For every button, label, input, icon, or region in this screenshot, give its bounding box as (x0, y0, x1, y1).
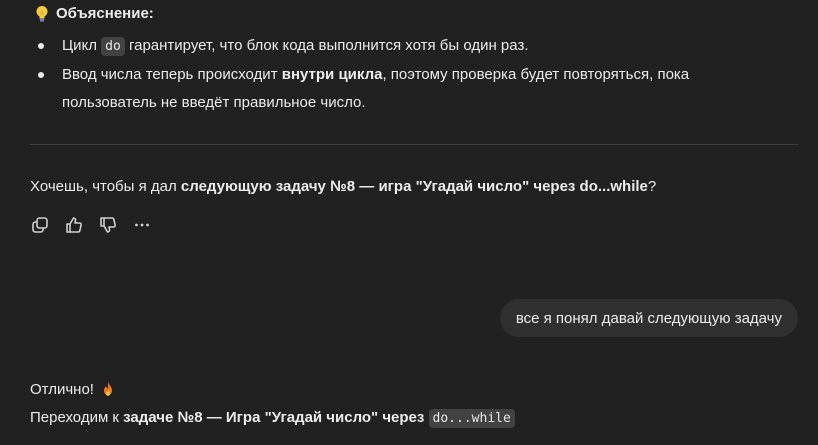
list-item: Цикл do гарантирует, что блок кода выпол… (36, 32, 776, 61)
point-bold-text: внутри цикла (281, 66, 383, 83)
inline-code: do...while (428, 409, 515, 428)
question-text: Хочешь, чтобы я дал (30, 178, 181, 195)
copy-icon (32, 217, 48, 233)
assistant-question: Хочешь, чтобы я дал следующую задачу №8 … (30, 176, 656, 198)
thumbs-down-icon (100, 217, 116, 233)
point-text: Цикл (62, 37, 102, 54)
point-text: Ввод числа теперь происходит (62, 66, 282, 83)
inline-code: do (101, 37, 125, 56)
point-text: гарантирует, что блок кода выполнится хо… (124, 37, 529, 54)
more-button[interactable] (132, 214, 152, 236)
thumbs-up-icon (66, 217, 82, 233)
list-item: Ввод числа теперь происходит внутри цикл… (36, 61, 776, 117)
fire-icon (103, 382, 112, 396)
explanation-title: Объяснение: (56, 5, 154, 22)
explanation-list: Цикл do гарантирует, что блок кода выпол… (36, 32, 776, 117)
lightbulb-icon (36, 6, 48, 22)
question-text: ? (647, 178, 657, 195)
question-bold-text: следующую задачу №8 — игра "Угадай число… (180, 178, 648, 195)
user-message-text: все я понял давай следующую задачу (515, 309, 782, 327)
dislike-button[interactable] (98, 214, 118, 236)
divider (30, 144, 798, 145)
explanation-heading: Объяснение: (34, 4, 154, 24)
copy-button[interactable] (30, 214, 50, 236)
reply-bold-text: задаче №8 — Игра "Угадай число" через (123, 409, 425, 426)
message-actions (30, 214, 152, 236)
assistant-reply-line: Отлично! (30, 379, 116, 401)
like-button[interactable] (64, 214, 84, 236)
assistant-reply-line: Переходим к задаче №8 — Игра "Угадай чис… (30, 406, 515, 431)
more-icon (135, 223, 149, 227)
reply-text: Переходим к (30, 409, 124, 426)
reply-text: Отлично! (30, 381, 94, 398)
user-message-bubble: все я понял давай следующую задачу (499, 299, 798, 337)
